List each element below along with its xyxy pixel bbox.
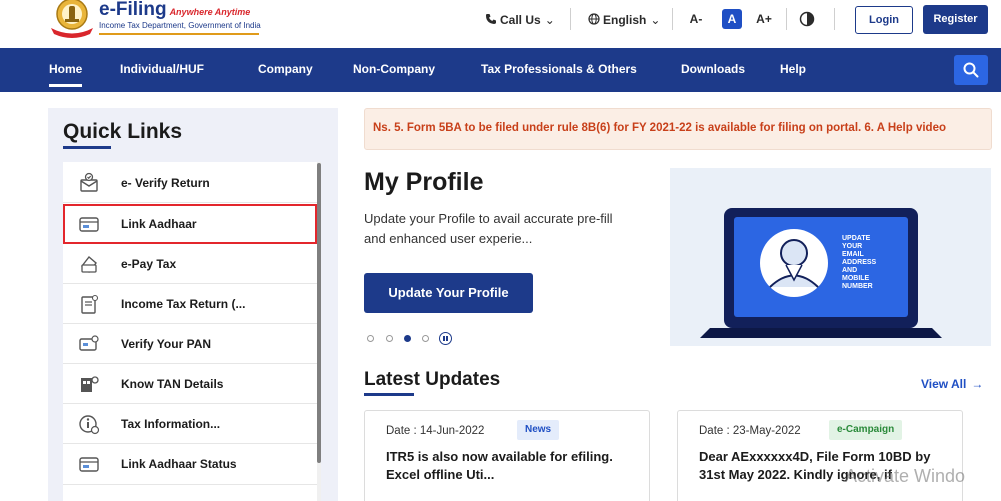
update-card-badge: News (517, 420, 560, 440)
quick-link-label: Verify Your PAN (121, 337, 212, 351)
brand-tagline: Anywhere Anytime (169, 7, 251, 17)
nav-search-button[interactable] (954, 55, 988, 85)
font-increase-button[interactable]: A+ (754, 9, 774, 29)
quick-link-label: Link Aadhaar Status (121, 457, 237, 471)
call-us-dropdown[interactable]: Call Us ⌄ (485, 10, 555, 30)
pay-tax-icon (81, 255, 97, 274)
quick-link-tax-information[interactable]: Tax Information... (63, 404, 317, 444)
quick-link-label: Link Aadhaar (121, 217, 197, 231)
quick-links-title-underline (63, 146, 111, 149)
nav-home[interactable]: Home (49, 62, 82, 76)
verify-pan-icon (79, 335, 99, 351)
language-dropdown[interactable]: English ⌄ (588, 10, 660, 30)
nav-non-company[interactable]: Non-Company (353, 62, 435, 76)
header-divider (834, 8, 835, 30)
quick-link-e-pay-tax[interactable]: e-Pay Tax (63, 244, 317, 284)
brand-name: e-Filing Anywhere Anytime (99, 0, 251, 20)
nav-help[interactable]: Help (780, 62, 806, 76)
aadhaar-status-icon (79, 457, 99, 472)
emblem-logo-icon[interactable] (48, 0, 96, 38)
carousel-dot-1[interactable] (367, 335, 374, 342)
nav-tax-professionals[interactable]: Tax Professionals & Others (481, 62, 637, 76)
carousel-pause-icon[interactable] (439, 332, 452, 345)
update-profile-button[interactable]: Update Your Profile (364, 273, 533, 313)
nav-downloads[interactable]: Downloads (681, 62, 745, 76)
chevron-down-icon: ⌄ (544, 13, 555, 27)
brand-underline (99, 33, 259, 35)
quick-link-label: Tax Information... (121, 417, 221, 431)
login-button[interactable]: Login (855, 6, 913, 34)
update-card-badge: e-Campaign (829, 420, 903, 440)
news-ticker[interactable]: Ns. 5. Form 5BA to be filed under rule 8… (364, 108, 992, 150)
arrow-right-icon: → (971, 377, 984, 391)
profile-title: My Profile (364, 168, 484, 196)
latest-updates-title: Latest Updates (364, 369, 501, 390)
quick-links-scrollbar-thumb[interactable] (317, 163, 321, 463)
header-divider (672, 8, 673, 30)
quick-link-income-tax-return[interactable]: Income Tax Return (... (63, 284, 317, 324)
tan-icon (81, 376, 99, 392)
quick-link-link-aadhaar[interactable]: Link Aadhaar (63, 204, 317, 244)
update-card[interactable]: Date : 23-May-2022 e-Campaign Dear AExxx… (677, 410, 963, 501)
update-card-text: ITR5 is also now available for efiling. … (386, 449, 613, 482)
update-card-date: Date : 23-May-2022 (699, 425, 801, 437)
windows-activation-watermark: Activate Windo (845, 466, 966, 486)
nav-company[interactable]: Company (258, 62, 313, 76)
quick-link-next[interactable] (63, 484, 317, 501)
quick-link-label: e-Pay Tax (121, 257, 177, 271)
quick-link-verify-your-pan[interactable]: Verify Your PAN (63, 324, 317, 364)
nav-active-indicator (49, 84, 82, 87)
laptop-illustration (670, 168, 991, 346)
carousel-dot-4[interactable] (422, 335, 429, 342)
brand-block[interactable]: e-Filing Anywhere Anytime Income Tax Depa… (99, 0, 261, 31)
font-normal-button[interactable]: A (722, 9, 742, 29)
update-card-date: Date : 14-Jun-2022 (386, 425, 485, 437)
update-card[interactable]: Date : 14-Jun-2022 News ITR5 is also now… (364, 410, 650, 501)
profile-description: Update your Profile to avail accurate pr… (364, 211, 613, 246)
quick-link-label: e- Verify Return (121, 176, 210, 190)
phone-icon (486, 14, 496, 24)
chevron-down-icon: ⌄ (650, 13, 661, 27)
view-all-link[interactable]: View All → (921, 377, 983, 391)
quick-links-title: Quick Links (63, 120, 183, 143)
banner-text: UPDATE YOUR EMAIL ADDRESS AND MOBILE NUM… (842, 235, 877, 290)
carousel-dot-2[interactable] (386, 335, 393, 342)
register-button[interactable]: Register (923, 5, 988, 34)
header-divider (570, 8, 571, 30)
tax-info-icon (79, 415, 100, 435)
font-decrease-button[interactable]: A- (686, 9, 706, 29)
ticker-text: Ns. 5. Form 5BA to be filed under rule 8… (373, 122, 946, 134)
quick-link-label: Know TAN Details (121, 377, 224, 391)
itr-icon (81, 294, 99, 314)
quick-link-label: Income Tax Return (... (121, 297, 246, 311)
latest-updates-underline (364, 393, 414, 396)
carousel-dot-3[interactable] (404, 335, 411, 342)
link-aadhaar-icon (79, 217, 99, 232)
verify-return-icon (80, 172, 98, 192)
header-divider (786, 8, 787, 30)
efiling-home-page: e-Filing Anywhere Anytime Income Tax Depa… (0, 0, 1001, 501)
quick-link-know-tan-details[interactable]: Know TAN Details (63, 364, 317, 404)
quick-link-e-verify-return[interactable]: e- Verify Return (63, 163, 317, 203)
quick-link-link-aadhaar-status[interactable]: Link Aadhaar Status (63, 444, 317, 484)
nav-individual-huf[interactable]: Individual/HUF (120, 62, 204, 76)
profile-banner-image: UPDATE YOUR EMAIL ADDRESS AND MOBILE NUM… (670, 168, 991, 346)
globe-icon (588, 13, 600, 25)
search-icon (963, 62, 979, 78)
contrast-icon[interactable] (799, 11, 815, 27)
brand-subtitle: Income Tax Department, Government of Ind… (99, 21, 261, 30)
